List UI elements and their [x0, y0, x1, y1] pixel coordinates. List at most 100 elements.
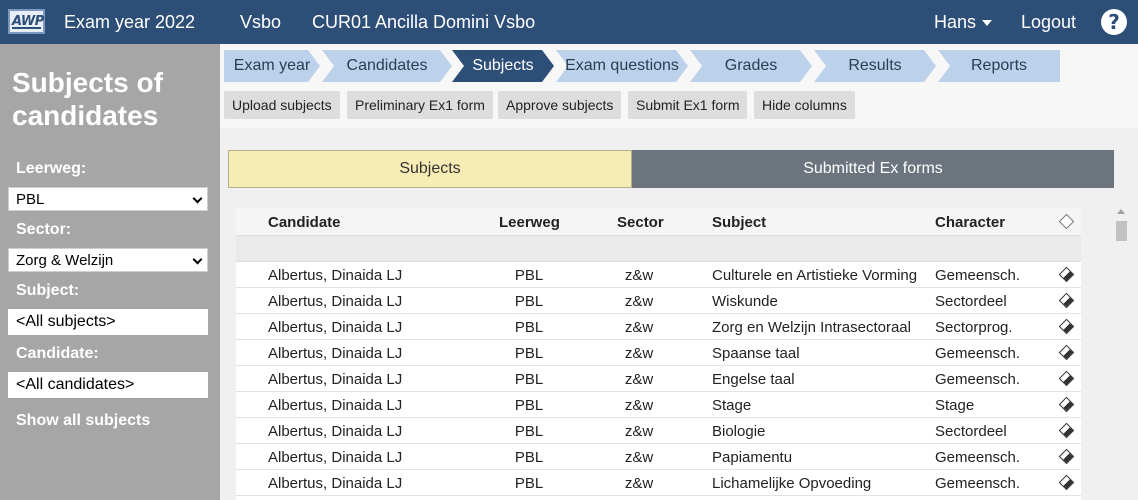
breadcrumb-grades[interactable]: Grades — [690, 50, 812, 82]
cell-sector: z&w — [624, 319, 654, 336]
cell-sector: z&w — [624, 475, 654, 492]
scrollbar[interactable] — [1113, 205, 1130, 500]
cell-subject: Engelse taal — [712, 371, 795, 388]
cell-candidate: Albertus, Dinaida LJ — [268, 423, 403, 440]
diamond-half-icon[interactable] — [1058, 370, 1075, 387]
page-title: Subjects of candidates — [12, 67, 163, 131]
cell-subject: Lichamelijke Opvoeding — [712, 475, 872, 492]
cell-subject: Zorg en Welzijn Intrasectoraal — [712, 319, 911, 336]
header-area: Exam year Candidates Subjects Exam quest… — [220, 44, 1138, 128]
cell-character: Stage — [935, 397, 975, 414]
cell-sector: z&w — [624, 423, 654, 440]
cell-subject: Stage — [712, 397, 752, 414]
filter-row[interactable] — [236, 236, 1081, 262]
cell-candidate: Albertus, Dinaida LJ — [268, 293, 403, 310]
cell-subject: Wiskunde — [712, 293, 778, 310]
cell-leerweg: PBL — [514, 423, 544, 440]
table-row[interactable]: Albertus, Dinaida LJ PBL z&w Zorg en Welzij… — [236, 314, 1081, 340]
main-content: Exam year Candidates Subjects Exam quest… — [220, 44, 1138, 500]
preliminary-ex1-button[interactable]: Preliminary Ex1 form — [347, 91, 493, 119]
caret-down-icon — [982, 20, 993, 27]
diamond-half-icon[interactable] — [1058, 396, 1075, 413]
leerweg-label: Leerweg: — [16, 160, 87, 177]
cell-candidate: Albertus, Dinaida LJ — [268, 319, 403, 336]
sector-select[interactable]: Zorg & Welzijn — [8, 248, 208, 272]
candidate-label: Candidate: — [16, 345, 99, 362]
diamond-half-icon[interactable] — [1058, 318, 1075, 335]
cell-sector: z&w — [624, 267, 654, 284]
cell-sector: z&w — [624, 371, 654, 388]
table-row[interactable]: Albertus, Dinaida LJ PBL z&w Stage Stage — [236, 392, 1081, 418]
help-icon[interactable]: ? — [1101, 9, 1127, 35]
tab-submitted-ex-forms[interactable]: Submitted Ex forms — [632, 150, 1114, 188]
cell-leerweg: PBL — [514, 475, 544, 492]
sector-label: Sector: — [16, 221, 72, 238]
subject-input[interactable]: <All subjects> — [8, 309, 208, 335]
cell-leerweg: PBL — [514, 345, 544, 362]
table-row[interactable]: Albertus, Dinaida LJ PBL z&w Biologie Sector… — [236, 418, 1081, 444]
user-name: Hans — [934, 12, 977, 32]
submit-ex1-button[interactable]: Submit Ex1 form — [628, 91, 748, 119]
cell-character: Gemeensch. — [935, 475, 1021, 492]
cell-character: Gemeensch. — [935, 345, 1021, 362]
scroll-up-icon[interactable] — [1117, 209, 1125, 214]
header-leerweg[interactable]: Leerweg — [499, 214, 560, 231]
diamond-half-icon[interactable] — [1058, 448, 1075, 465]
cell-character: Sectordeel — [935, 423, 1007, 440]
breadcrumb-exam-questions[interactable]: Exam questions — [556, 50, 688, 82]
cell-leerweg: PBL — [514, 267, 544, 284]
diamond-half-icon[interactable] — [1058, 266, 1075, 283]
cell-character: Sectorprog. — [935, 319, 1013, 336]
table-row[interactable]: Albertus, Dinaida LJ PBL z&w Culturele en A… — [236, 262, 1081, 288]
department-link[interactable]: Vsbo — [240, 12, 281, 33]
cell-leerweg: PBL — [514, 293, 544, 310]
breadcrumb-candidates[interactable]: Candidates — [322, 50, 452, 82]
candidate-input[interactable]: <All candidates> — [8, 372, 208, 398]
awp-logo[interactable]: AWP — [8, 9, 45, 34]
school-link[interactable]: CUR01 Ancilla Domini Vsbo — [312, 12, 535, 33]
cell-leerweg: PBL — [514, 449, 544, 466]
cell-candidate: Albertus, Dinaida LJ — [268, 345, 403, 362]
header-sector[interactable]: Sector — [617, 214, 664, 231]
diamond-half-icon[interactable] — [1058, 344, 1075, 361]
table-row[interactable]: Albertus, Dinaida LJ PBL z&w Wiskunde Sector… — [236, 288, 1081, 314]
user-menu[interactable]: Hans — [934, 12, 993, 33]
logout-link[interactable]: Logout — [1021, 12, 1076, 33]
header-character[interactable]: Character — [935, 214, 1005, 231]
cell-candidate: Albertus, Dinaida LJ — [268, 267, 403, 284]
table-row[interactable]: Albertus, Dinaida LJ PBL z&w Lichamelijke O… — [236, 470, 1081, 496]
chevron-down-icon — [192, 193, 203, 204]
header-candidate[interactable]: Candidate — [268, 214, 341, 231]
breadcrumb-exam-year[interactable]: Exam year — [224, 50, 320, 82]
table-row[interactable]: Albertus, Dinaida LJ PBL z&w Spaanse taal Ge… — [236, 340, 1081, 366]
cell-leerweg: PBL — [514, 371, 544, 388]
table-body: Albertus, Dinaida LJ PBL z&w Culturele en A… — [236, 262, 1081, 496]
upload-subjects-button[interactable]: Upload subjects — [224, 91, 340, 119]
breadcrumb-results[interactable]: Results — [814, 50, 936, 82]
approve-subjects-button[interactable]: Approve subjects — [498, 91, 622, 119]
diamond-half-icon[interactable] — [1058, 422, 1075, 439]
breadcrumb-reports[interactable]: Reports — [938, 50, 1060, 82]
hide-columns-button[interactable]: Hide columns — [754, 91, 855, 119]
diamond-outline-icon[interactable] — [1058, 213, 1075, 230]
exam-year-link[interactable]: Exam year 2022 — [64, 12, 195, 33]
cell-character: Gemeensch. — [935, 267, 1021, 284]
show-all-subjects-link[interactable]: Show all subjects — [16, 412, 150, 430]
table-row[interactable]: Albertus, Dinaida LJ PBL z&w Papiamentu Geme… — [236, 444, 1081, 470]
subjects-table: Candidate Leerweg Sector Subject Charact… — [236, 208, 1081, 500]
header-subject[interactable]: Subject — [712, 214, 766, 231]
cell-sector: z&w — [624, 293, 654, 310]
table-header: Candidate Leerweg Sector Subject Charact… — [236, 208, 1081, 236]
breadcrumb-subjects[interactable]: Subjects — [452, 50, 554, 82]
diamond-half-icon[interactable] — [1058, 474, 1075, 491]
cell-leerweg: PBL — [514, 319, 544, 336]
diamond-half-icon[interactable] — [1058, 292, 1075, 309]
subject-label: Subject: — [16, 282, 80, 299]
table-row[interactable]: Albertus, Dinaida LJ PBL z&w Engelse taal Ge… — [236, 366, 1081, 392]
cell-candidate: Albertus, Dinaida LJ — [268, 449, 403, 466]
cell-subject: Papiamentu — [712, 449, 793, 466]
tab-subjects[interactable]: Subjects — [228, 150, 632, 188]
leerweg-select[interactable]: PBL — [8, 187, 208, 211]
scrollbar-thumb[interactable] — [1116, 221, 1127, 241]
cell-sector: z&w — [624, 345, 654, 362]
